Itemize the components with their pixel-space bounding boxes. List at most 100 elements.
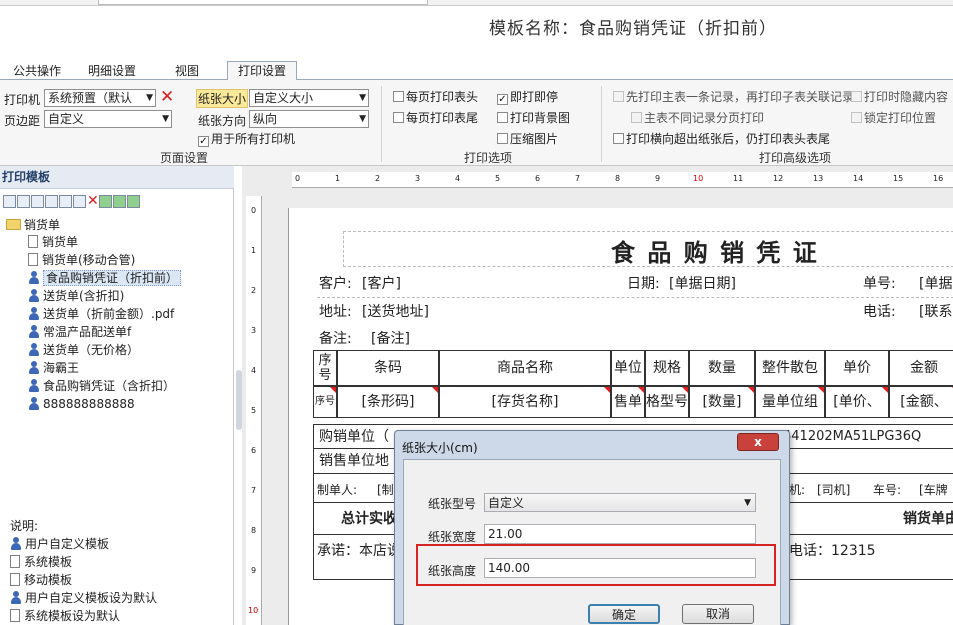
footer-each-page-checkbox[interactable]: 每页打印表尾 bbox=[393, 111, 478, 125]
sales-unit-label[interactable]: 销货单由 bbox=[903, 512, 953, 526]
paper-width-input[interactable]: 21.00 bbox=[484, 524, 756, 544]
new-icon[interactable] bbox=[3, 195, 16, 208]
customer-field[interactable]: [客户] bbox=[362, 277, 401, 291]
row-cell-package[interactable]: 量单位组 bbox=[755, 386, 825, 418]
dialog-body: 纸张型号 自定义 ▼ 纸张宽度 21.00 纸张高度 140.00 确定 取消 bbox=[403, 459, 781, 625]
margin-select[interactable]: 自定义 ▼ bbox=[44, 110, 172, 128]
paper-height-input[interactable]: 140.00 bbox=[484, 558, 756, 578]
save-icon[interactable] bbox=[17, 195, 30, 208]
row-cell-barcode[interactable]: [条形码] bbox=[337, 386, 439, 418]
row-cell-index[interactable]: 序号 bbox=[313, 386, 337, 418]
orientation-select[interactable]: 纵向 ▼ bbox=[249, 110, 369, 128]
customer-label[interactable]: 客户: bbox=[319, 277, 352, 291]
remark-field[interactable]: [备注] bbox=[371, 332, 410, 346]
page-per-master-checkbox[interactable]: 主表不同记录分页打印 bbox=[631, 111, 764, 125]
tab-common[interactable]: 公共操作 bbox=[13, 62, 61, 80]
cancel-button[interactable]: 取消 bbox=[682, 604, 754, 624]
plate-label[interactable]: 车号: bbox=[873, 484, 901, 496]
phone-label[interactable]: 电话: bbox=[863, 305, 896, 319]
default-icon[interactable] bbox=[59, 195, 72, 208]
row-cell-price[interactable]: [单价、 bbox=[825, 386, 889, 418]
total-label[interactable]: 总计实收 bbox=[341, 512, 397, 526]
maker-field[interactable]: [制 bbox=[377, 484, 394, 496]
compress-image-checkbox[interactable]: 压缩图片 bbox=[497, 132, 558, 146]
maker-label[interactable]: 制单人: bbox=[317, 484, 357, 496]
tree-item[interactable]: 销货单 bbox=[28, 234, 78, 250]
lock-position-checkbox[interactable]: 锁定打印位置 bbox=[851, 111, 936, 125]
row-cell-amount[interactable]: [金额、 bbox=[889, 386, 953, 418]
print-stop-checkbox[interactable]: ✓ 即打即停 bbox=[497, 90, 558, 105]
order-no-label[interactable]: 单号: bbox=[863, 277, 896, 291]
paper-size-select[interactable]: 自定义大小 ▼ bbox=[249, 89, 369, 107]
checkbox-icon bbox=[393, 91, 404, 102]
tree-item[interactable]: 送货单(含折扣) bbox=[28, 288, 124, 304]
col-header-price[interactable]: 单价 bbox=[825, 350, 889, 386]
order-no-field[interactable]: [单据 bbox=[919, 277, 952, 291]
row-cell-quantity[interactable]: [数量] bbox=[689, 386, 755, 418]
row-cell-product-name[interactable]: [存货名称] bbox=[439, 386, 611, 418]
plate-field[interactable]: [车牌 bbox=[919, 484, 948, 496]
seller-address-label[interactable]: 销售单位地 bbox=[319, 454, 389, 468]
address-label[interactable]: 地址: bbox=[319, 305, 352, 319]
hide-content-checkbox[interactable]: 打印时隐藏内容 bbox=[851, 90, 948, 104]
printer-select[interactable]: 系统预置（默认 ▼ bbox=[44, 89, 156, 107]
print-background-checkbox[interactable]: 打印背景图 bbox=[497, 111, 570, 125]
tree-item[interactable]: 销货单(移动合管) bbox=[28, 252, 135, 268]
row-cell-spec[interactable]: 格型号 bbox=[645, 386, 689, 418]
tab-view[interactable]: 视图 bbox=[175, 62, 199, 80]
import-icon[interactable] bbox=[98, 195, 112, 208]
col-header-index[interactable]: 序号 bbox=[313, 350, 337, 386]
tree-item[interactable]: 食品购销凭证（含折扣） bbox=[28, 378, 175, 394]
tree-item[interactable]: 海霸王 bbox=[28, 360, 79, 376]
vertical-ruler: 0 1 2 3 4 5 6 7 8 9 10 bbox=[246, 196, 262, 625]
tree-item[interactable]: 送货单（折前金额）.pdf bbox=[28, 306, 174, 322]
close-button[interactable]: x bbox=[737, 433, 779, 451]
overflow-header-checkbox[interactable]: 打印横向超出纸张后，仍打印表头表尾 bbox=[613, 132, 830, 146]
driver-field[interactable]: [司机] bbox=[817, 484, 850, 496]
export-icon[interactable] bbox=[112, 195, 126, 208]
tab-print-settings[interactable]: 打印设置 bbox=[227, 61, 298, 81]
download-icon[interactable] bbox=[126, 195, 140, 208]
col-header-spec[interactable]: 规格 bbox=[645, 350, 689, 386]
folder-icon bbox=[6, 219, 21, 230]
paper-type-select[interactable]: 自定义 ▼ bbox=[484, 493, 756, 512]
address-field[interactable]: [送货地址] bbox=[362, 305, 429, 319]
master-first-checkbox[interactable]: 先打印主表一条记录，再打印子表关联记录 bbox=[613, 90, 854, 104]
date-label[interactable]: 日期: bbox=[627, 277, 660, 291]
phone-field[interactable]: [联系 bbox=[919, 305, 952, 319]
col-header-amount[interactable]: 金额 bbox=[889, 350, 953, 386]
col-header-unit[interactable]: 单位 bbox=[611, 350, 645, 386]
complaint-phone[interactable]: 电话：12315 bbox=[789, 544, 876, 558]
credit-code-field[interactable]: 441202MA51LPG36Q bbox=[783, 430, 921, 443]
ruler-tick: 10 bbox=[693, 174, 704, 183]
header-each-page-checkbox[interactable]: 每页打印表头 bbox=[393, 90, 478, 104]
tree-root[interactable]: 销货单 bbox=[6, 217, 60, 233]
clear-printer-icon[interactable]: ✕ bbox=[160, 89, 174, 106]
tree-item[interactable]: 常温产品配送单f bbox=[28, 324, 131, 340]
driver-label[interactable]: 机: bbox=[789, 484, 805, 496]
tree-item[interactable]: 送货单（无价格） bbox=[28, 342, 139, 358]
copy-icon[interactable] bbox=[45, 195, 58, 208]
remark-label[interactable]: 备注: bbox=[319, 332, 352, 346]
template-panel-title: 打印模板 bbox=[0, 166, 234, 189]
save-as-icon[interactable] bbox=[31, 195, 44, 208]
edit-icon[interactable] bbox=[73, 195, 86, 208]
doc-heading[interactable]: 食 品 购 销 凭 证 bbox=[611, 241, 819, 265]
window-top-strip bbox=[0, 0, 953, 6]
promise-text[interactable]: 承诺：本店说 bbox=[317, 544, 401, 558]
template-toolbar: ✕ bbox=[0, 193, 141, 211]
delete-icon[interactable]: ✕ bbox=[87, 193, 99, 209]
date-field[interactable]: [单据日期] bbox=[669, 277, 736, 291]
row-cell-unit[interactable]: 售单 bbox=[611, 386, 645, 418]
col-header-quantity[interactable]: 数量 bbox=[689, 350, 755, 386]
buyer-label[interactable]: 购销单位（ bbox=[319, 430, 389, 444]
document-icon bbox=[28, 235, 38, 248]
tree-item[interactable]: 888888888888 bbox=[28, 396, 135, 412]
col-header-barcode[interactable]: 条码 bbox=[337, 350, 439, 386]
col-header-product-name[interactable]: 商品名称 bbox=[439, 350, 611, 386]
tab-detail[interactable]: 明细设置 bbox=[88, 62, 136, 80]
ok-button[interactable]: 确定 bbox=[588, 604, 660, 624]
all-printers-checkbox[interactable]: ✓ 用于所有打印机 bbox=[198, 132, 295, 147]
tree-item-selected[interactable]: 食品购销凭证（折扣前） bbox=[28, 270, 182, 286]
col-header-package[interactable]: 整件散包 bbox=[755, 350, 825, 386]
